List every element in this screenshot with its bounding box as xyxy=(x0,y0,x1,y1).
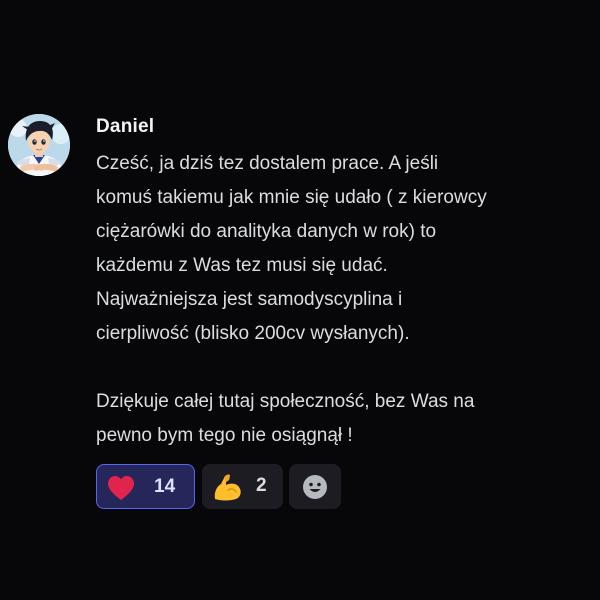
message-author[interactable]: Daniel xyxy=(96,116,154,138)
chat-message: Daniel Cześć, ja dziś tez dostalem prace… xyxy=(0,0,600,600)
message-line: pewno bym tego nie osiągnął ! xyxy=(96,425,353,446)
message-line: komuś takiemu jak mnie się udało ( z kie… xyxy=(96,187,487,208)
reaction-heart[interactable]: 14 xyxy=(96,464,195,509)
smiley-icon xyxy=(303,475,327,499)
reaction-flexed-biceps[interactable]: 2 xyxy=(202,464,283,509)
avatar-image xyxy=(8,114,70,176)
heart-icon xyxy=(108,476,134,500)
message-line: cierpliwość (blisko 200cv wysłanych). xyxy=(96,323,410,344)
message-content: Cześć, ja dziś tez dostalem prace. A jeś… xyxy=(96,147,594,453)
avatar[interactable] xyxy=(8,114,70,176)
add-reaction-button[interactable] xyxy=(289,464,341,509)
flexed-biceps-icon xyxy=(214,474,241,501)
reaction-count: 14 xyxy=(154,476,176,497)
message-line: każdemu z Was tez musi się udać. xyxy=(96,255,388,276)
message-line: ciężarówki do analityka danych w rok) to xyxy=(96,221,437,242)
message-line: Dziękuje całej tutaj społeczność, bez Wa… xyxy=(96,391,475,412)
message-line: Najważniejsza jest samodyscyplina i xyxy=(96,289,403,310)
message-line: Cześć, ja dziś tez dostalem prace. A jeś… xyxy=(96,153,439,174)
reaction-count: 2 xyxy=(256,475,267,496)
